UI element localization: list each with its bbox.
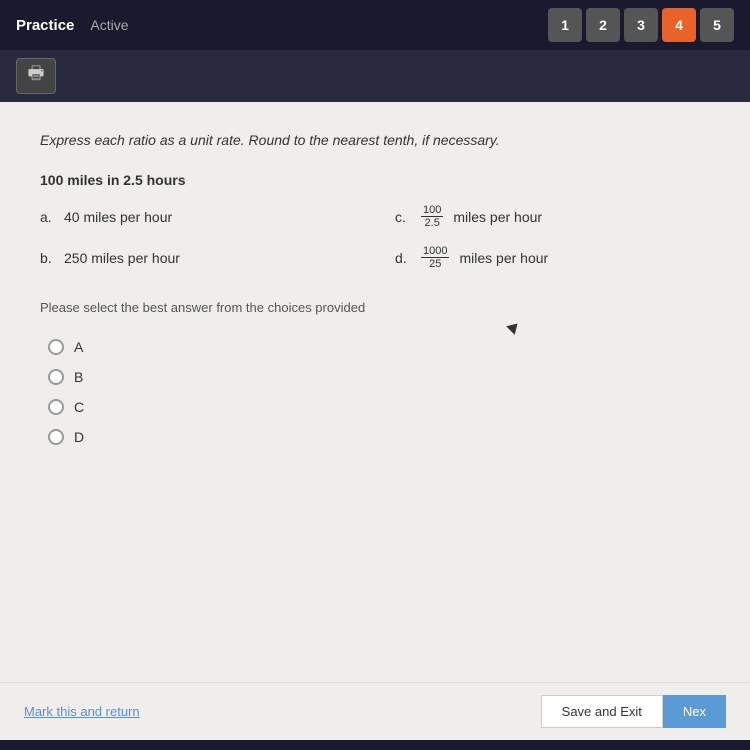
- fraction-c-numerator: 100: [421, 204, 443, 217]
- radio-option-a[interactable]: A: [48, 339, 710, 355]
- radio-option-d[interactable]: D: [48, 429, 710, 445]
- answers-grid: a. 40 miles per hour c. 100 2.5 miles pe…: [40, 204, 710, 270]
- radio-group: A B C D: [48, 339, 710, 445]
- radio-circle-c: [48, 399, 64, 415]
- main-content: Express each ratio as a unit rate. Round…: [0, 102, 750, 682]
- next-button[interactable]: Nex: [663, 695, 726, 728]
- answer-a-text: 40 miles per hour: [64, 209, 172, 225]
- answer-d-letter: d.: [395, 250, 411, 266]
- radio-option-c[interactable]: C: [48, 399, 710, 415]
- radio-option-b[interactable]: B: [48, 369, 710, 385]
- nav-btn-3[interactable]: 3: [624, 8, 658, 42]
- practice-label: Practice: [16, 17, 74, 34]
- cursor-indicator: [506, 319, 522, 335]
- select-prompt: Please select the best answer from the c…: [40, 300, 710, 315]
- answer-b-text: 250 miles per hour: [64, 250, 180, 266]
- radio-circle-b: [48, 369, 64, 385]
- status-badge: Active: [90, 17, 128, 33]
- answer-c: c. 100 2.5 miles per hour: [395, 204, 710, 229]
- answer-d: d. 1000 25 miles per hour: [395, 245, 710, 270]
- radio-circle-a: [48, 339, 64, 355]
- nav-btn-2[interactable]: 2: [586, 8, 620, 42]
- toolbar: 🖶: [0, 50, 750, 102]
- save-exit-button[interactable]: Save and Exit: [541, 695, 663, 728]
- mark-link[interactable]: Mark this and return: [24, 704, 140, 719]
- answer-a: a. 40 miles per hour: [40, 204, 355, 229]
- nav-btn-1[interactable]: 1: [548, 8, 582, 42]
- answer-d-fraction: 1000 25: [421, 245, 449, 270]
- answer-b-letter: b.: [40, 250, 56, 266]
- answer-c-letter: c.: [395, 209, 411, 225]
- nav-buttons: 1 2 3 4 5: [548, 8, 734, 42]
- print-icon: 🖶: [28, 61, 45, 91]
- radio-circle-d: [48, 429, 64, 445]
- nav-btn-4[interactable]: 4: [662, 8, 696, 42]
- print-button[interactable]: 🖶: [16, 58, 56, 94]
- header: Practice Active 1 2 3 4 5: [0, 0, 750, 50]
- fraction-d-denominator: 25: [427, 258, 443, 270]
- nav-btn-5[interactable]: 5: [700, 8, 734, 42]
- footer: Mark this and return Save and Exit Nex: [0, 682, 750, 740]
- radio-label-a: A: [74, 339, 83, 355]
- question-instruction: Express each ratio as a unit rate. Round…: [40, 132, 710, 148]
- radio-label-b: B: [74, 369, 83, 385]
- fraction-d-numerator: 1000: [421, 245, 449, 258]
- answer-a-letter: a.: [40, 209, 56, 225]
- answer-c-fraction: 100 2.5: [421, 204, 443, 229]
- fraction-c-denominator: 2.5: [423, 217, 442, 229]
- radio-label-c: C: [74, 399, 84, 415]
- answer-c-text: miles per hour: [453, 209, 542, 225]
- footer-buttons: Save and Exit Nex: [541, 695, 726, 728]
- answer-b: b. 250 miles per hour: [40, 245, 355, 270]
- question-problem: 100 miles in 2.5 hours: [40, 172, 710, 188]
- radio-label-d: D: [74, 429, 84, 445]
- answer-d-text: miles per hour: [459, 250, 548, 266]
